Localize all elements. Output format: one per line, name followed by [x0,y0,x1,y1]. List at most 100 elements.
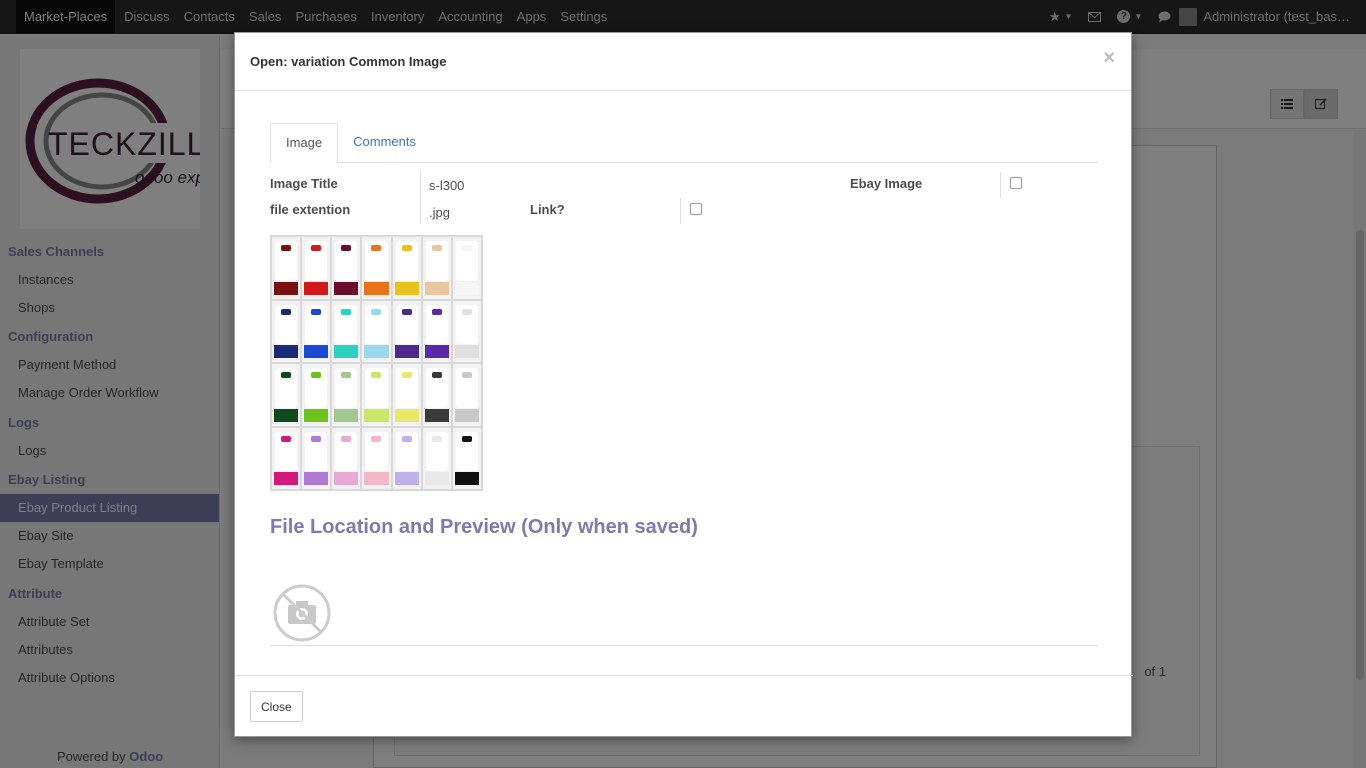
tab-comments[interactable]: Comments [338,123,431,163]
cummerbund-shape [424,345,449,358]
product-thumbnail [302,237,331,299]
product-thumbnail [422,427,451,489]
bow-tie-shape [311,435,322,442]
cummerbund-shape [454,408,479,422]
cummerbund-shape [334,345,359,358]
bow-tie-shape [311,372,322,378]
product-thumbnail [272,300,301,362]
bow-tie-shape [371,308,382,315]
cummerbund-shape [334,281,359,295]
bow-tie-shape [341,435,352,442]
bow-tie-shape [431,435,442,442]
bow-tie-shape [341,372,352,378]
cummerbund-shape [274,472,299,485]
cummerbund-shape [394,408,419,422]
product-thumbnail [362,364,391,426]
cummerbund-shape [334,472,359,485]
bow-tie-shape [341,308,352,315]
bow-tie-shape [461,435,472,442]
product-thumbnail [452,364,481,426]
bow-tie-shape [401,245,412,251]
product-thumbnail [302,300,331,362]
product-thumbnail [332,300,361,362]
ebay-image-label: Ebay Image [850,176,923,191]
cummerbund-shape [424,472,449,485]
product-thumbnail [392,237,421,299]
divider [270,645,1098,646]
cummerbund-shape [364,472,389,485]
cummerbund-shape [364,281,389,295]
product-thumbnail [362,237,391,299]
bow-tie-shape [461,308,472,315]
cummerbund-shape [304,472,329,485]
close-icon[interactable]: × [1103,47,1115,70]
product-thumbnail [272,237,301,299]
cummerbund-shape [394,345,419,358]
product-thumbnail [422,300,451,362]
bow-tie-shape [311,245,322,251]
field-divider [680,198,681,224]
product-thumbnail [272,364,301,426]
ebay-image-checkbox[interactable] [1010,177,1022,189]
bow-tie-shape [281,245,292,251]
product-thumbnail [302,364,331,426]
cummerbund-shape [454,472,479,485]
product-thumbnail [332,237,361,299]
file-extension-label: file extention [270,202,351,217]
field-divider [420,198,421,224]
cummerbund-shape [364,408,389,422]
field-divider [420,172,421,198]
bow-tie-shape [401,372,412,378]
product-thumbnail [452,427,481,489]
product-image [270,235,483,491]
cummerbund-shape [454,281,479,295]
product-thumbnail [332,364,361,426]
product-thumbnail [332,427,361,489]
bow-tie-shape [341,245,352,251]
bow-tie-shape [371,435,382,442]
bow-tie-shape [431,308,442,315]
cummerbund-shape [454,345,479,358]
dialog-footer: Close [235,675,1133,736]
bow-tie-shape [401,435,412,442]
cummerbund-shape [334,408,359,422]
bow-tie-shape [461,245,472,251]
product-thumbnail [362,427,391,489]
product-thumbnail [392,300,421,362]
close-button[interactable]: Close [250,691,303,722]
cummerbund-shape [424,408,449,422]
tab-image[interactable]: Image [270,123,339,163]
cummerbund-shape [364,345,389,358]
product-thumbnail [452,300,481,362]
bow-tie-shape [281,435,292,442]
product-thumbnail [452,237,481,299]
no-photo-icon [273,584,331,642]
cummerbund-shape [304,281,329,295]
cummerbund-shape [394,281,419,295]
product-thumbnail [302,427,331,489]
product-thumbnail [422,364,451,426]
dialog-body: Image Comments Image Title s-l300 Ebay I… [235,92,1133,677]
cummerbund-shape [274,345,299,358]
bow-tie-shape [431,372,442,378]
bow-tie-shape [311,308,322,315]
product-thumbnail [392,427,421,489]
image-title-field[interactable]: s-l300 [429,178,464,193]
image-title-label: Image Title [270,176,338,191]
bow-tie-shape [281,308,292,315]
dialog-header: Open: variation Common Image × [235,33,1131,91]
field-divider [1000,172,1001,198]
image-dialog: Open: variation Common Image × Image Com… [234,32,1133,737]
cummerbund-shape [394,472,419,485]
bow-tie-shape [371,245,382,251]
bow-tie-shape [281,372,292,378]
link-checkbox[interactable] [690,203,702,215]
dialog-title: Open: variation Common Image [250,54,447,69]
product-thumbnail [422,237,451,299]
notebook-tabs: Image Comments [270,123,1098,163]
cummerbund-shape [274,408,299,422]
file-extension-field[interactable]: .jpg [429,205,450,220]
product-thumbnail [362,300,391,362]
bow-tie-shape [461,372,472,378]
product-thumbnail [392,364,421,426]
